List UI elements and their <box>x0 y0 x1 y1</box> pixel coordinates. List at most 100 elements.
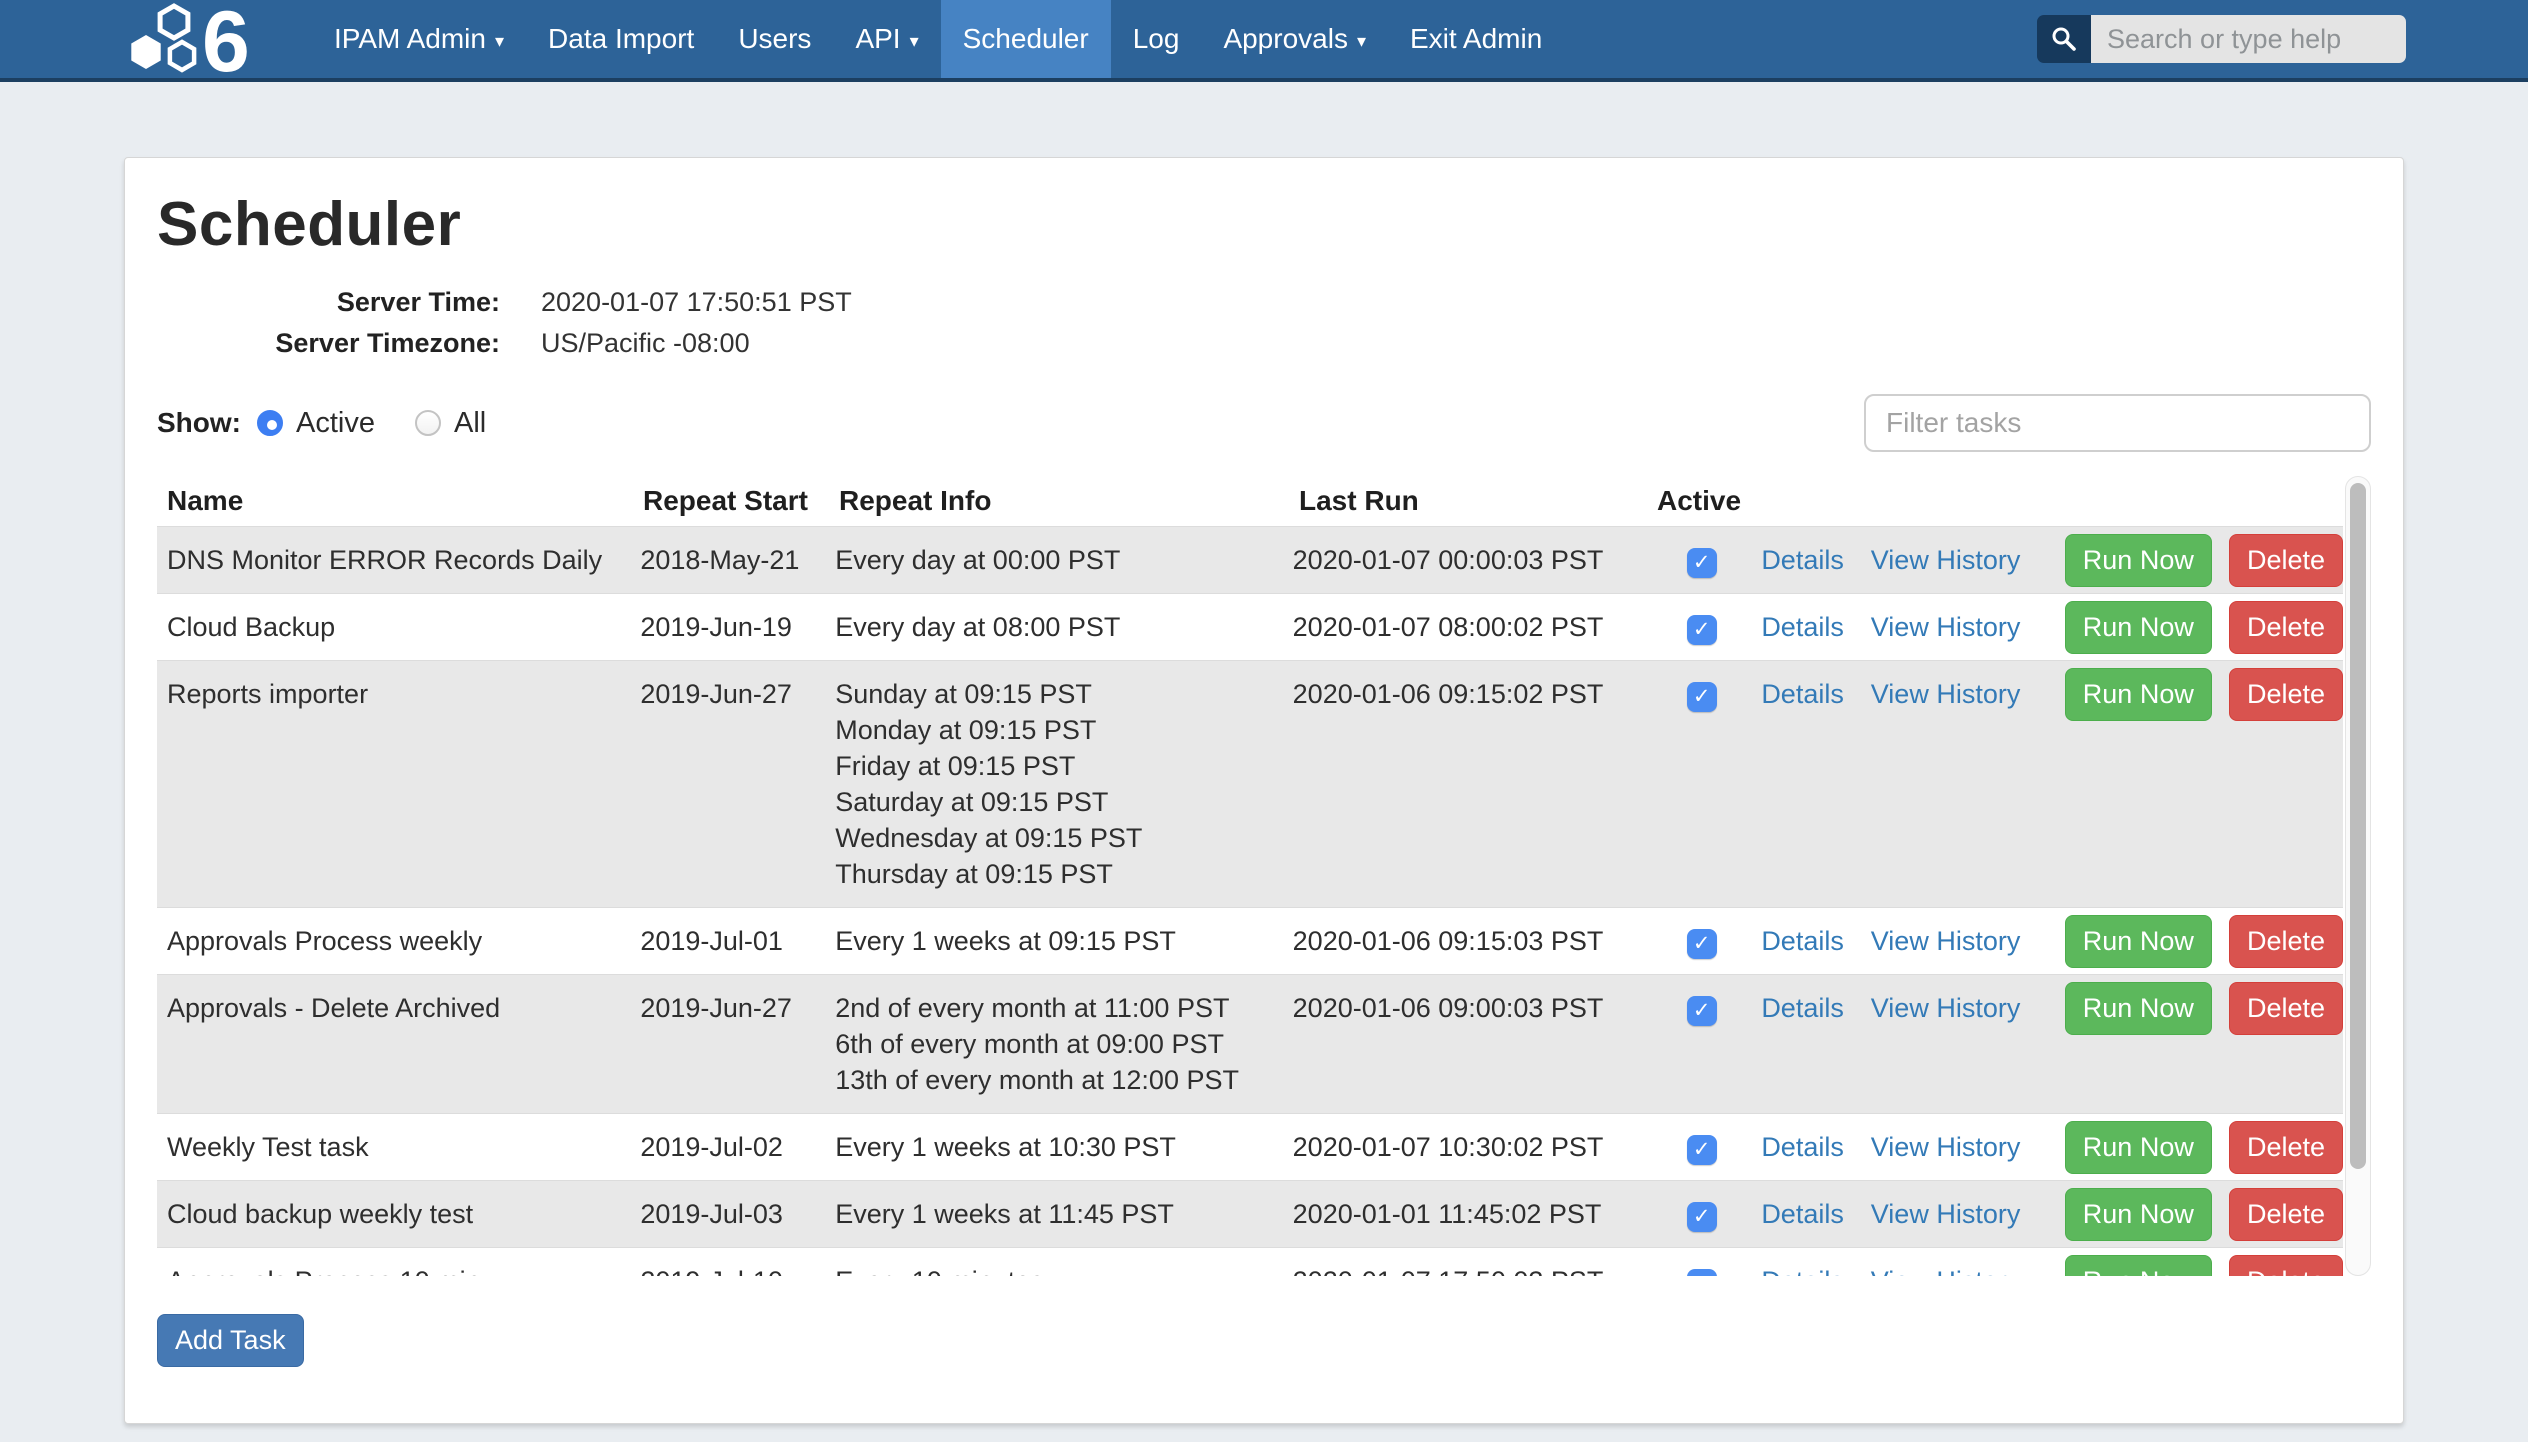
task-repeat-info: Every 10 minutes <box>835 1248 1292 1276</box>
run-now-button[interactable]: Run Now <box>2065 982 2212 1035</box>
delete-button[interactable]: Delete <box>2229 1121 2343 1174</box>
run-now-button[interactable]: Run Now <box>2065 601 2212 654</box>
radio-unselected-icon[interactable] <box>415 410 441 436</box>
delete-button[interactable]: Delete <box>2229 915 2343 968</box>
radio-selected-icon[interactable] <box>257 410 283 436</box>
delete-button[interactable]: Delete <box>2229 1188 2343 1241</box>
nav-item-label: Data Import <box>548 23 694 55</box>
view-history-link[interactable]: View History <box>1871 679 2021 709</box>
top-navbar: 6 IPAM Admin ▾ Data Import Users API ▾ S… <box>0 0 2528 82</box>
scrollbar-thumb[interactable] <box>2350 483 2366 1169</box>
repeat-info-line: Thursday at 09:15 PST <box>835 856 1292 892</box>
view-history-link[interactable]: View History <box>1871 1266 2021 1276</box>
tasks-table: Name Repeat Start Repeat Info Last Run A… <box>157 476 2371 1276</box>
repeat-info-line: 13th of every month at 12:00 PST <box>835 1062 1292 1098</box>
view-history-link[interactable]: View History <box>1871 612 2021 642</box>
nav-item-label: Scheduler <box>963 23 1089 55</box>
details-link[interactable]: Details <box>1761 679 1844 709</box>
task-last-run: 2020-01-01 11:45:02 PST <box>1293 1181 1649 1247</box>
search-icon <box>2037 15 2091 63</box>
run-now-button[interactable]: Run Now <box>2065 1255 2212 1276</box>
col-active: Active <box>1657 485 1753 517</box>
nav-item-scheduler[interactable]: Scheduler <box>941 0 1111 78</box>
run-now-button[interactable]: Run Now <box>2065 1121 2212 1174</box>
view-history-link[interactable]: View History <box>1871 1132 2021 1162</box>
nav-item-api[interactable]: API ▾ <box>833 0 940 78</box>
checkmark-icon: ✓ <box>1693 619 1711 640</box>
view-history-link[interactable]: View History <box>1871 993 2021 1023</box>
page-title: Scheduler <box>157 194 2371 256</box>
details-link[interactable]: Details <box>1761 1266 1844 1276</box>
active-checkbox[interactable]: ✓ <box>1687 1202 1717 1232</box>
server-timezone-label: Server Timezone: <box>157 323 500 364</box>
caret-down-icon: ▾ <box>495 31 504 52</box>
run-now-button[interactable]: Run Now <box>2065 915 2212 968</box>
checkmark-icon: ✓ <box>1693 933 1711 954</box>
view-history-link[interactable]: View History <box>1871 1199 2021 1229</box>
view-history-link[interactable]: View History <box>1871 545 2021 575</box>
delete-button[interactable]: Delete <box>2229 534 2343 587</box>
task-last-run: 2020-01-06 09:15:02 PST <box>1293 661 1649 727</box>
repeat-info-line: Friday at 09:15 PST <box>835 748 1292 784</box>
task-name: Approvals Process 10 min <box>157 1248 640 1276</box>
repeat-info-line: Saturday at 09:15 PST <box>835 784 1292 820</box>
details-link[interactable]: Details <box>1761 1199 1844 1229</box>
nav-item-label: Exit Admin <box>1410 23 1542 55</box>
active-checkbox[interactable]: ✓ <box>1687 1135 1717 1165</box>
add-task-button[interactable]: Add Task <box>157 1314 304 1367</box>
col-repeat-start: Repeat Start <box>643 485 839 517</box>
repeat-info-line: 2nd of every month at 11:00 PST <box>835 990 1292 1026</box>
delete-button[interactable]: Delete <box>2229 601 2343 654</box>
show-option-active[interactable]: Active <box>257 407 375 440</box>
details-link[interactable]: Details <box>1761 1132 1844 1162</box>
task-repeat-info: Every day at 08:00 PST <box>835 594 1292 660</box>
app-logo[interactable]: 6 <box>118 0 276 78</box>
view-history-link[interactable]: View History <box>1871 926 2021 956</box>
nav-items: IPAM Admin ▾ Data Import Users API ▾ Sch… <box>312 0 1564 78</box>
task-repeat-info: Every day at 00:00 PST <box>835 527 1292 593</box>
nav-item-label: Users <box>738 23 811 55</box>
active-checkbox[interactable]: ✓ <box>1687 996 1717 1026</box>
details-link[interactable]: Details <box>1761 926 1844 956</box>
active-checkbox[interactable]: ✓ <box>1687 1269 1717 1277</box>
run-now-button[interactable]: Run Now <box>2065 1188 2212 1241</box>
active-checkbox[interactable]: ✓ <box>1687 548 1717 578</box>
repeat-info-line: Every day at 08:00 PST <box>835 609 1292 645</box>
details-link[interactable]: Details <box>1761 993 1844 1023</box>
task-name: Cloud Backup <box>157 594 640 660</box>
run-now-button[interactable]: Run Now <box>2065 534 2212 587</box>
table-scrollbar[interactable] <box>2345 476 2371 1276</box>
global-search <box>2037 15 2406 63</box>
filter-tasks-input[interactable] <box>1864 394 2371 452</box>
show-option-all[interactable]: All <box>415 407 486 440</box>
active-checkbox[interactable]: ✓ <box>1687 682 1717 712</box>
table-body: DNS Monitor ERROR Records Daily 2018-May… <box>157 526 2371 1276</box>
nav-item-approvals[interactable]: Approvals ▾ <box>1201 0 1388 78</box>
active-checkbox[interactable]: ✓ <box>1687 929 1717 959</box>
active-checkbox[interactable]: ✓ <box>1687 615 1717 645</box>
table-header: Name Repeat Start Repeat Info Last Run A… <box>157 476 2343 526</box>
repeat-info-line: Sunday at 09:15 PST <box>835 676 1292 712</box>
task-repeat-start: 2019-Jun-19 <box>640 594 835 660</box>
nav-item-users[interactable]: Users <box>716 0 833 78</box>
run-now-button[interactable]: Run Now <box>2065 668 2212 721</box>
nav-item-exit-admin[interactable]: Exit Admin <box>1388 0 1564 78</box>
task-name: Approvals - Delete Archived <box>157 975 640 1041</box>
nav-item-ipam-admin[interactable]: IPAM Admin ▾ <box>312 0 526 78</box>
delete-button[interactable]: Delete <box>2229 1255 2343 1276</box>
table-row: Approvals Process weekly 2019-Jul-01 Eve… <box>157 907 2343 974</box>
details-link[interactable]: Details <box>1761 545 1844 575</box>
col-name: Name <box>157 485 643 517</box>
delete-button[interactable]: Delete <box>2229 982 2343 1035</box>
task-last-run: 2020-01-06 09:00:03 PST <box>1293 975 1649 1041</box>
search-input[interactable] <box>2091 15 2406 63</box>
details-link[interactable]: Details <box>1761 612 1844 642</box>
table-row: DNS Monitor ERROR Records Daily 2018-May… <box>157 526 2343 593</box>
repeat-info-line: Every 1 weeks at 11:45 PST <box>835 1196 1292 1232</box>
task-last-run: 2020-01-06 09:15:03 PST <box>1293 908 1649 974</box>
task-name: Weekly Test task <box>157 1114 640 1180</box>
nav-item-log[interactable]: Log <box>1111 0 1202 78</box>
nav-item-data-import[interactable]: Data Import <box>526 0 716 78</box>
delete-button[interactable]: Delete <box>2229 668 2343 721</box>
task-last-run: 2020-01-07 00:00:03 PST <box>1293 527 1649 593</box>
